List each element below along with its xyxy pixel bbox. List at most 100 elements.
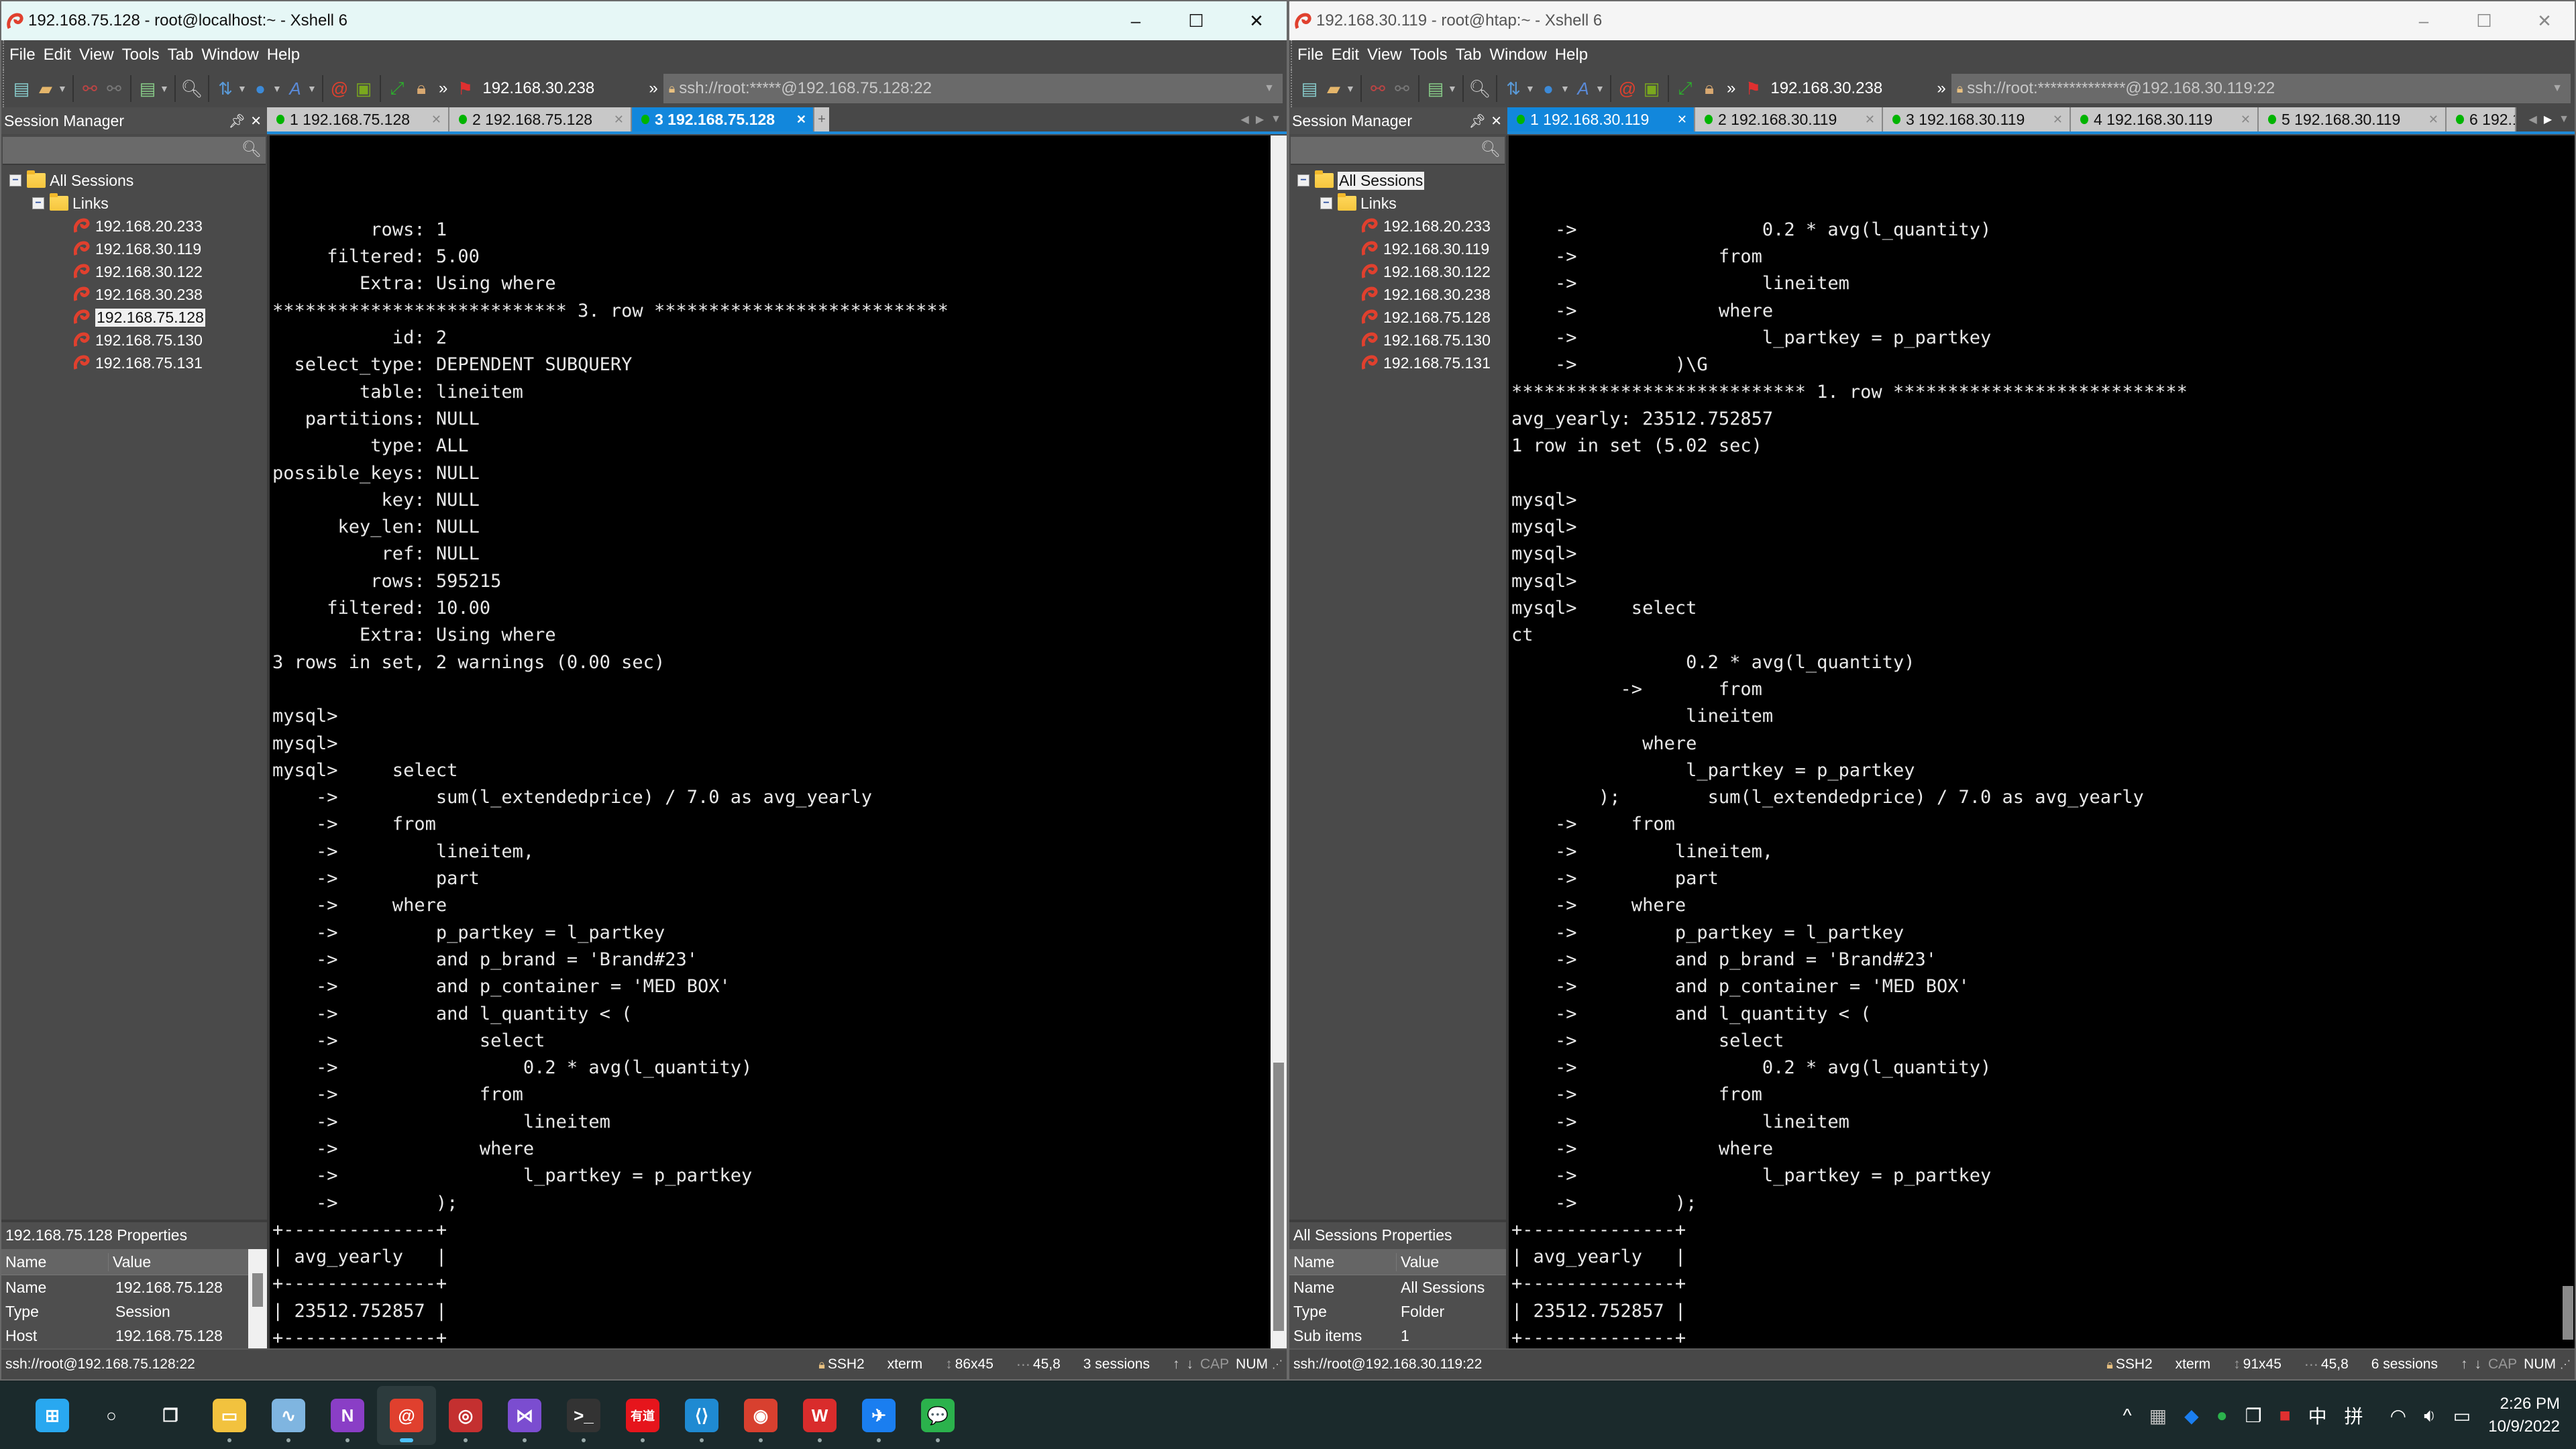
tab-list-icon[interactable]: ▼ bbox=[2559, 113, 2569, 125]
chevron-down-icon[interactable]: ▼ bbox=[1560, 83, 1570, 94]
tab-session-6[interactable]: 6 192.168.30.119 bbox=[2447, 107, 2516, 131]
taskbar-app-chrome[interactable]: ◉ bbox=[731, 1386, 790, 1445]
tree-item-session[interactable]: 192.168.75.130 bbox=[1289, 329, 1506, 352]
new-tab-button[interactable]: + bbox=[814, 107, 829, 131]
taskbar-app-search[interactable]: ○ bbox=[82, 1386, 141, 1445]
taskbar-app-visual-studio[interactable]: ⋈ bbox=[495, 1386, 554, 1445]
find-icon[interactable]: 🔍︎ bbox=[1469, 77, 1491, 100]
maximize-button[interactable]: ☐ bbox=[2454, 1, 2514, 40]
tree-item-all-sessions[interactable]: − All Sessions bbox=[1, 169, 267, 192]
column-header-name[interactable]: Name bbox=[1, 1252, 109, 1271]
lock-icon[interactable]: 🔒︎ bbox=[412, 77, 431, 100]
reconnect-icon[interactable]: ⚯ bbox=[1393, 77, 1411, 100]
menu-tab[interactable]: Tab bbox=[168, 46, 194, 64]
lock-icon[interactable]: 🔒︎ bbox=[1700, 77, 1719, 100]
menu-view[interactable]: View bbox=[1367, 46, 1402, 64]
terminal-scrollbar[interactable] bbox=[1271, 136, 1287, 1348]
chevron-down-icon[interactable]: ▼ bbox=[58, 83, 67, 94]
open-folder-icon[interactable]: ▰ bbox=[36, 77, 55, 100]
session-search-input[interactable]: 🔍︎ bbox=[3, 137, 266, 165]
scrollbar-thumb[interactable] bbox=[2563, 1286, 2573, 1340]
address-bar[interactable]: 🔒︎ ssh://root:**************@192.168.30.… bbox=[1951, 74, 2571, 103]
taskbar-app-terminal[interactable]: >_ bbox=[554, 1386, 613, 1445]
more-icon[interactable]: » bbox=[1727, 79, 1735, 98]
resize-grip-icon[interactable]: ⋰ bbox=[1272, 1358, 1283, 1371]
new-session-icon[interactable]: ▤ bbox=[12, 77, 31, 100]
close-icon[interactable]: ✕ bbox=[2241, 113, 2251, 127]
tab-session-2[interactable]: 2 192.168.75.128 ✕ bbox=[449, 107, 632, 131]
chevron-down-icon[interactable]: ▼ bbox=[1595, 83, 1605, 94]
collapse-icon[interactable]: − bbox=[1297, 174, 1309, 186]
tray-overflow-icon[interactable]: ^ bbox=[2123, 1405, 2132, 1426]
close-icon[interactable]: ✕ bbox=[614, 113, 624, 127]
dingtalk-tray-icon[interactable]: ◆ bbox=[2184, 1405, 2199, 1427]
battery-icon[interactable]: ▭ bbox=[2453, 1405, 2471, 1427]
menu-edit[interactable]: Edit bbox=[1332, 46, 1359, 64]
tree-item-links[interactable]: − Links bbox=[1289, 192, 1506, 215]
toolbar-host-link[interactable]: 192.168.30.238 bbox=[482, 79, 643, 98]
address-bar[interactable]: 🔒︎ ssh://root:*****@192.168.75.128:22 ▼ bbox=[663, 74, 1283, 103]
tree-item-session[interactable]: 192.168.75.131 bbox=[1289, 352, 1506, 374]
transfer-icon[interactable]: ⇅ bbox=[216, 77, 235, 100]
tab-session-1[interactable]: 1 192.168.75.128 ✕ bbox=[267, 107, 449, 131]
chevron-down-icon[interactable]: ▼ bbox=[1264, 83, 1275, 95]
maximize-button[interactable]: ☐ bbox=[1166, 1, 1226, 40]
disconnect-icon[interactable]: ⚯ bbox=[80, 77, 99, 100]
tab-session-2[interactable]: 2 192.168.30.119 ✕ bbox=[1695, 107, 1883, 131]
tree-item-session[interactable]: 192.168.30.122 bbox=[1289, 260, 1506, 283]
tree-item-session[interactable]: 192.168.30.119 bbox=[1289, 237, 1506, 260]
terminal-scrollbar[interactable] bbox=[2561, 136, 2575, 1348]
ime-mode-indicator[interactable]: 拼 bbox=[2345, 1402, 2363, 1429]
toolbar-host-link[interactable]: 192.168.30.238 bbox=[1770, 79, 1931, 98]
taskbar-app-wps[interactable]: W bbox=[790, 1386, 849, 1445]
terminal-output[interactable]: rows: 1 filtered: 5.00 Extra: Using wher… bbox=[270, 136, 1287, 1348]
xshell-icon[interactable]: @ bbox=[1618, 77, 1637, 100]
minimize-button[interactable]: – bbox=[1106, 1, 1166, 40]
taskbar-app-xftp[interactable]: ◎ bbox=[436, 1386, 495, 1445]
column-header-value[interactable]: Value bbox=[109, 1253, 151, 1271]
tab-session-3[interactable]: 3 192.168.30.119 ✕ bbox=[1883, 107, 2071, 131]
taskbar-app-file-explorer[interactable]: ▭ bbox=[200, 1386, 259, 1445]
tray-red-app-icon[interactable]: ■ bbox=[2279, 1405, 2291, 1426]
title-bar[interactable]: 192.168.75.128 - root@localhost:~ - Xshe… bbox=[1, 1, 1287, 40]
tray-app-icon[interactable]: ▦ bbox=[2149, 1405, 2167, 1427]
tree-item-session[interactable]: 192.168.20.233 bbox=[1289, 215, 1506, 237]
clock[interactable]: 2:26 PM 10/9/2022 bbox=[2488, 1393, 2560, 1438]
chevron-down-icon[interactable]: ▼ bbox=[307, 83, 317, 94]
close-icon[interactable]: ✕ bbox=[431, 113, 441, 127]
close-icon[interactable]: ✕ bbox=[796, 113, 806, 127]
find-icon[interactable]: 🔍︎ bbox=[181, 77, 203, 100]
collapse-icon[interactable]: − bbox=[1320, 197, 1332, 209]
taskbar-app-resource-monitor[interactable]: ∿ bbox=[259, 1386, 318, 1445]
transfer-icon[interactable]: ⇅ bbox=[1504, 77, 1523, 100]
wifi-icon[interactable]: ◠ bbox=[2390, 1405, 2406, 1427]
font-icon[interactable]: A bbox=[286, 77, 305, 100]
session-search-input[interactable]: 🔍︎ bbox=[1291, 137, 1505, 165]
menu-tab[interactable]: Tab bbox=[1456, 46, 1482, 64]
menu-edit[interactable]: Edit bbox=[44, 46, 71, 64]
pin-icon[interactable]: 📌︎ bbox=[229, 113, 246, 129]
new-session-icon[interactable]: ▤ bbox=[1300, 77, 1319, 100]
chevron-down-icon[interactable]: ▼ bbox=[160, 83, 169, 94]
fullscreen-icon[interactable]: ⤢ bbox=[1676, 77, 1695, 100]
ime-language-indicator[interactable]: 中 bbox=[2308, 1402, 2327, 1429]
terminal-output[interactable]: -> 0.2 * avg(l_quantity) -> from -> line… bbox=[1509, 136, 2575, 1348]
tab-list-icon[interactable]: ▼ bbox=[1271, 113, 1281, 125]
menu-file[interactable]: File bbox=[9, 46, 36, 64]
column-header-name[interactable]: Name bbox=[1289, 1252, 1397, 1271]
menu-help[interactable]: Help bbox=[267, 46, 300, 64]
collapse-icon[interactable]: − bbox=[9, 174, 21, 186]
tree-item-session[interactable]: 192.168.20.233 bbox=[1, 215, 267, 237]
tree-item-links[interactable]: − Links bbox=[1, 192, 267, 215]
tree-item-session[interactable]: 192.168.30.238 bbox=[1289, 283, 1506, 306]
menu-window[interactable]: Window bbox=[201, 46, 258, 64]
close-icon[interactable]: ✕ bbox=[250, 113, 262, 129]
menu-help[interactable]: Help bbox=[1555, 46, 1588, 64]
menu-tools[interactable]: Tools bbox=[122, 46, 160, 64]
chevron-down-icon[interactable]: ▼ bbox=[1448, 83, 1457, 94]
tab-session-3[interactable]: 3 192.168.75.128 ✕ bbox=[632, 107, 814, 131]
close-icon[interactable]: ✕ bbox=[1865, 113, 1875, 127]
tree-item-all-sessions[interactable]: − All Sessions bbox=[1289, 169, 1506, 192]
tab-prev-icon[interactable]: ◀ bbox=[1241, 113, 1249, 126]
title-bar[interactable]: 192.168.30.119 - root@htap:~ - Xshell 6 … bbox=[1289, 1, 2575, 40]
